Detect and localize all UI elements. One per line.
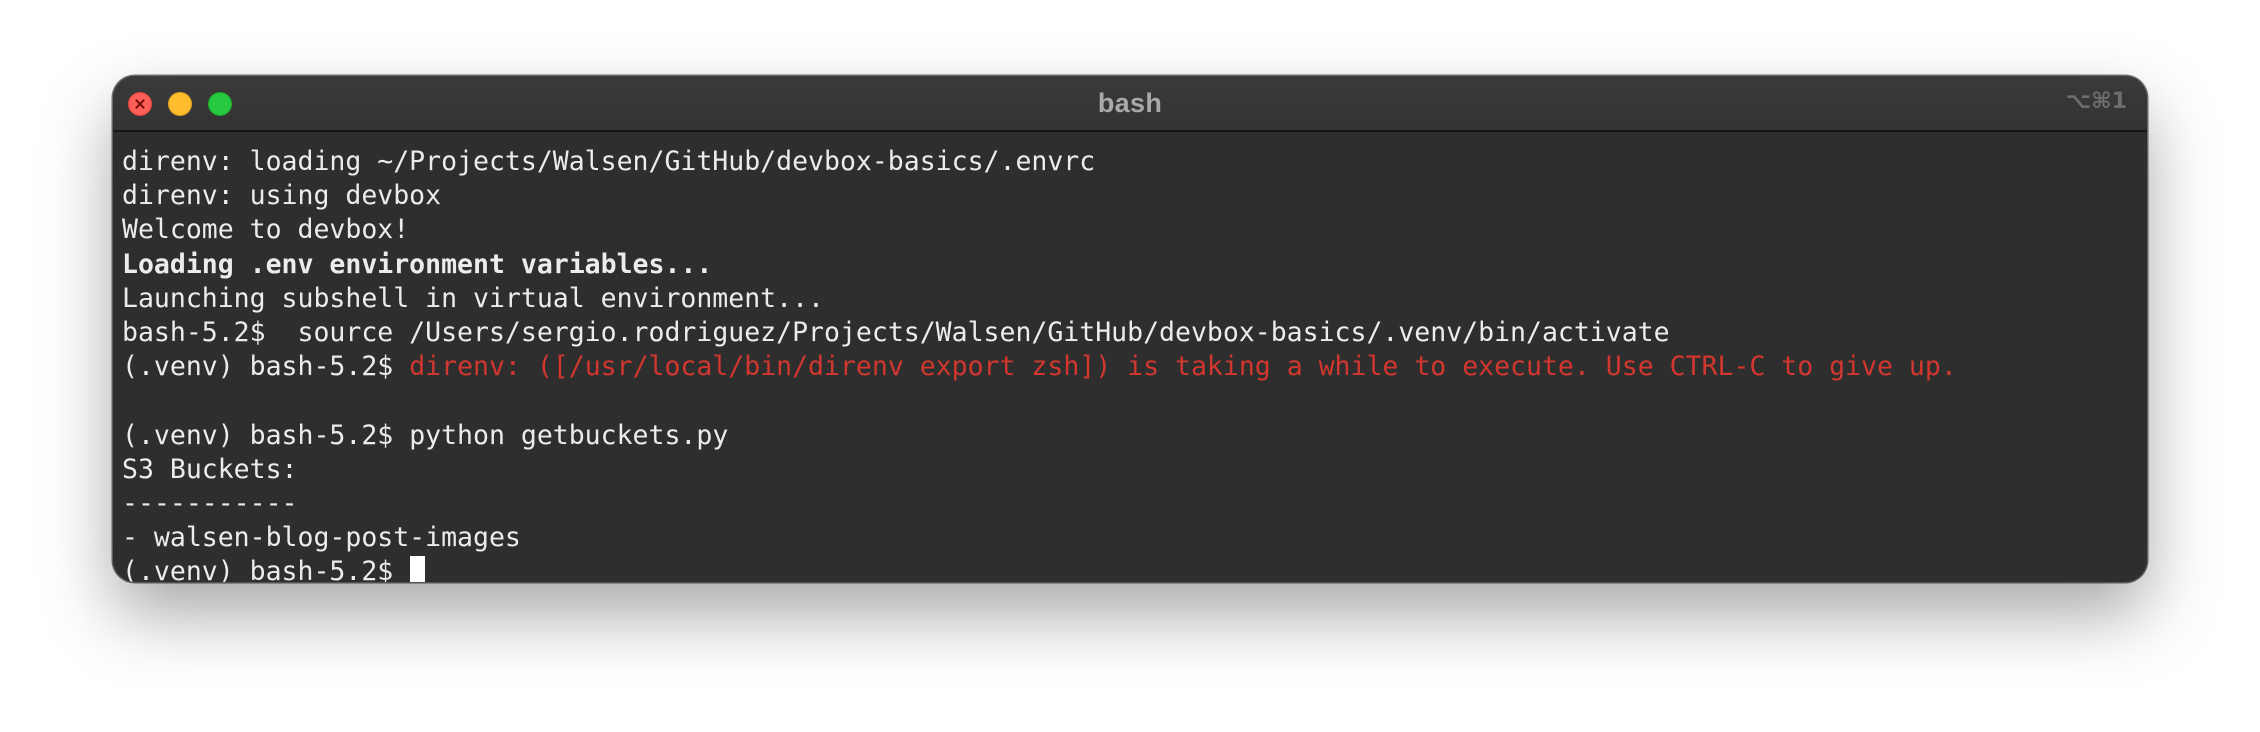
- terminal-output[interactable]: direnv: loading ~/Projects/Walsen/GitHub…: [113, 132, 2147, 582]
- window-title: bash: [1097, 88, 1163, 118]
- active-prompt-line[interactable]: (.venv) bash-5.2$: [122, 555, 2147, 582]
- shell-prompt: (.venv) bash-5.2$: [122, 351, 394, 383]
- command-line: (.venv) bash-5.2$ direnv: ([/usr/local/b…: [122, 350, 2147, 384]
- output-line: Welcome to devbox!: [122, 214, 410, 246]
- direnv-warning-text: direnv: ([/usr/local/bin/direnv export z…: [409, 351, 1957, 383]
- output-line: Launching subshell in virtual environmen…: [122, 282, 824, 314]
- command-text: source /Users/sergio.rodriguez/Projects/…: [265, 316, 1670, 348]
- output-line: - walsen-blog-post-images: [122, 522, 521, 554]
- output-line: Loading .env environment variables...: [122, 248, 713, 280]
- shell-prompt: (.venv) bash-5.2$: [122, 556, 394, 582]
- command-input[interactable]: [393, 556, 409, 582]
- title-bar[interactable]: bash ⌥⌘1: [113, 76, 2147, 132]
- command-text: python getbuckets.py: [393, 419, 729, 451]
- command-line: bash-5.2$ source /Users/sergio.rodriguez…: [122, 316, 2147, 350]
- output-line: S3 Buckets:: [122, 453, 298, 485]
- command-line: (.venv) bash-5.2$ python getbuckets.py: [122, 419, 2147, 453]
- output-line: direnv: loading ~/Projects/Walsen/GitHub…: [122, 146, 1096, 177]
- shell-prompt: (.venv) bash-5.2$: [122, 419, 394, 451]
- shell-prompt: bash-5.2$: [122, 316, 266, 348]
- output-line: -----------: [122, 487, 298, 519]
- window-shortcut-label: ⌥⌘1: [2065, 89, 2127, 114]
- terminal-window: bash ⌥⌘1 direnv: loading ~/Projects/Wals…: [113, 76, 2147, 582]
- output-line: direnv: using devbox: [122, 180, 442, 212]
- text-cursor: [410, 556, 426, 582]
